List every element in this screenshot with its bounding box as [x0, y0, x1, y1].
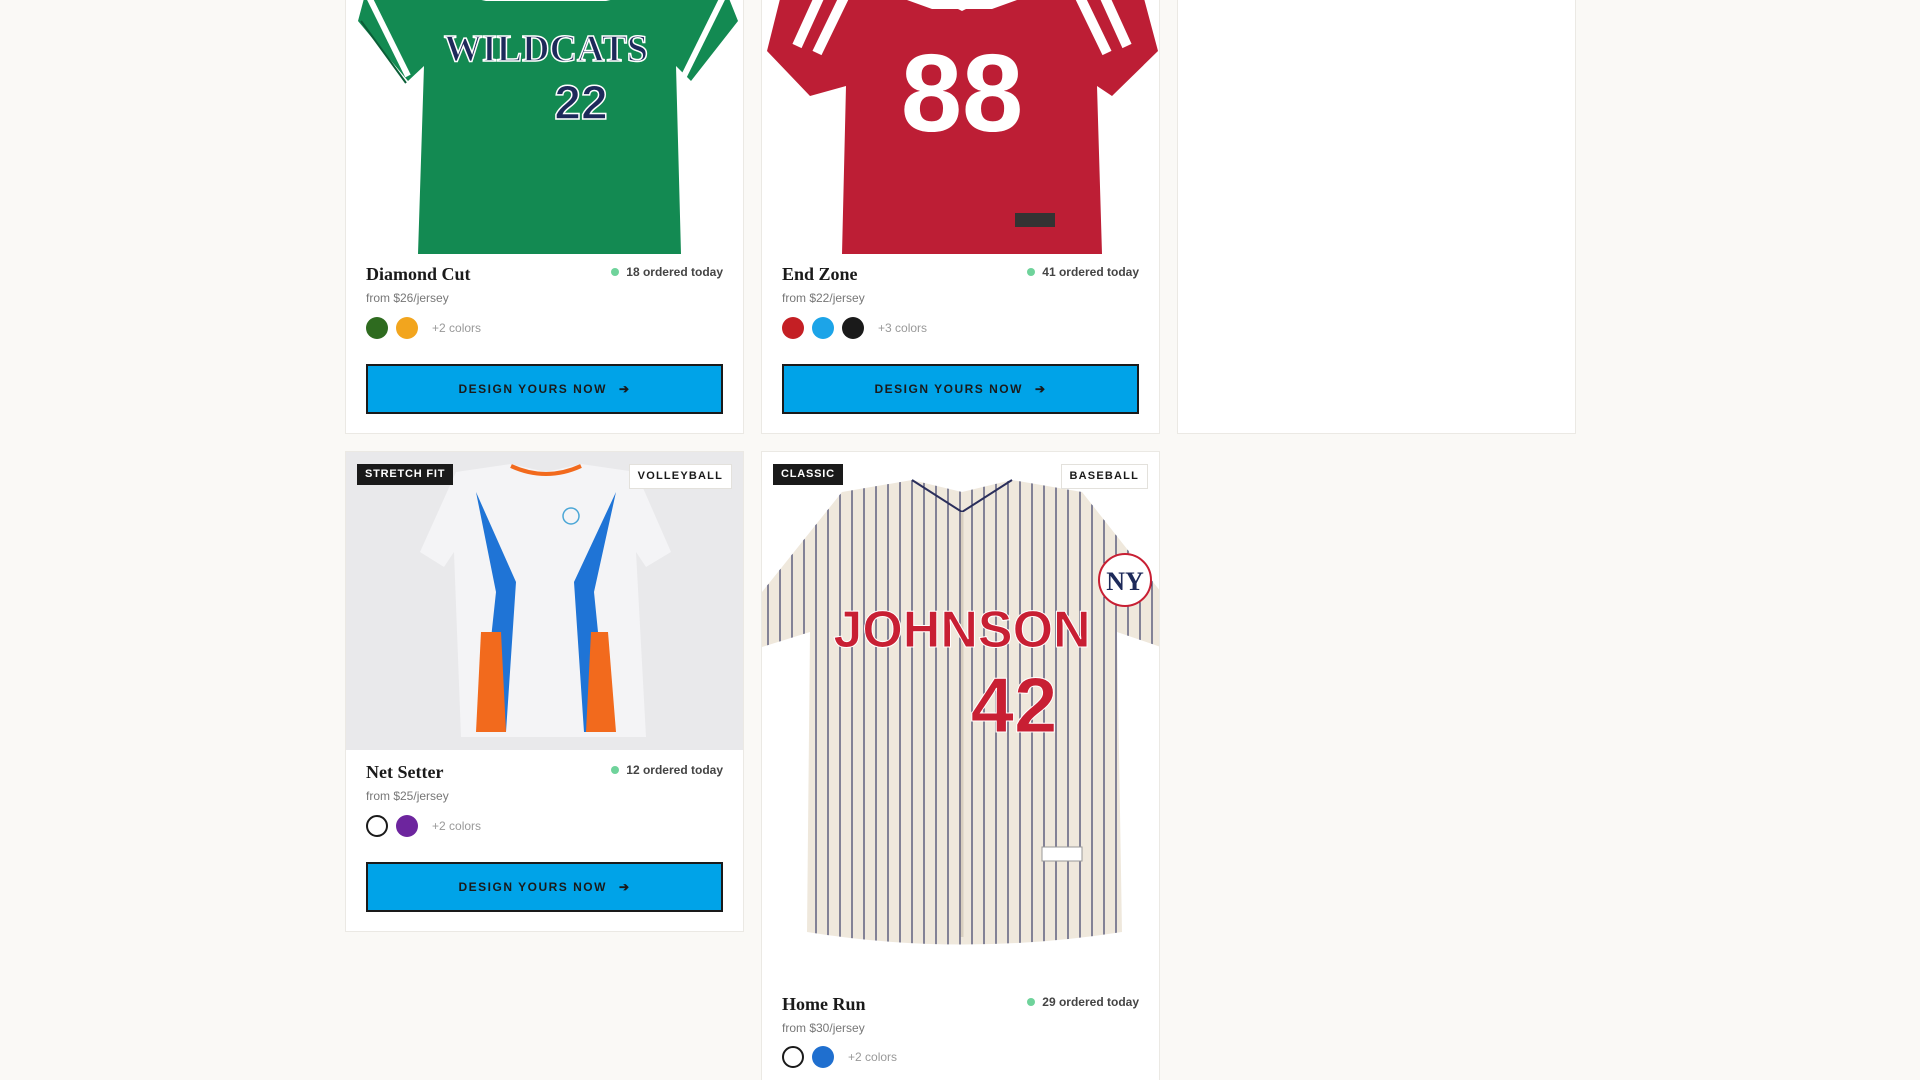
ordered-today-badge: 41 ordered today	[1027, 265, 1139, 279]
color-swatches: +2 colors	[366, 317, 481, 339]
product-title[interactable]: Home Run	[782, 994, 866, 1015]
product-card-end-zone[interactable]: 88 End Zone 41 ordered today from $22/je…	[761, 0, 1160, 434]
live-dot-icon	[611, 268, 620, 276]
design-yours-now-button[interactable]: DESIGN YOURS NOW ➔	[366, 862, 723, 912]
more-colors[interactable]: +2 colors	[848, 1050, 897, 1064]
product-card-home-run[interactable]: JOHNSON 42 NY CLASSIC BASEBALL Home Run …	[761, 451, 1160, 1080]
color-swatch[interactable]	[366, 317, 388, 339]
color-swatches: +2 colors	[366, 815, 481, 837]
arrow-right-icon: ➔	[618, 880, 631, 894]
badge-tag: STRETCH FIT	[357, 464, 454, 485]
ordered-count: 12 ordered today	[626, 763, 723, 777]
product-price: from $25/jersey	[366, 789, 449, 803]
product-price: from $22/jersey	[782, 291, 865, 305]
product-price: from $26/jersey	[366, 291, 449, 305]
ordered-count: 41 ordered today	[1042, 265, 1139, 279]
more-colors[interactable]: +2 colors	[432, 321, 481, 335]
more-colors[interactable]: +2 colors	[432, 819, 481, 833]
svg-text:22: 22	[554, 77, 607, 130]
category-tag: BASEBALL	[1060, 464, 1148, 489]
cta-label: DESIGN YOURS NOW	[874, 382, 1023, 396]
ordered-today-badge: 18 ordered today	[611, 265, 723, 279]
color-swatch[interactable]	[396, 317, 418, 339]
cta-label: DESIGN YOURS NOW	[458, 880, 607, 894]
color-swatch[interactable]	[366, 815, 388, 837]
product-card-net-setter[interactable]: STRETCH FIT VOLLEYBALL Net Setter 12 ord…	[345, 451, 744, 932]
ordered-count: 29 ordered today	[1042, 995, 1139, 1009]
color-swatches: +3 colors	[782, 317, 927, 339]
product-image	[346, 452, 743, 750]
product-image: 88	[762, 0, 1159, 254]
product-image: JOHNSON 42 NY	[762, 452, 1159, 982]
live-dot-icon	[1027, 268, 1036, 276]
more-colors[interactable]: +3 colors	[878, 321, 927, 335]
product-title[interactable]: Net Setter	[366, 762, 443, 783]
category-tag: VOLLEYBALL	[628, 464, 732, 489]
cta-label: DESIGN YOURS NOW	[458, 382, 607, 396]
ordered-today-badge: 12 ordered today	[611, 763, 723, 777]
ordered-count: 18 ordered today	[626, 265, 723, 279]
live-dot-icon	[1027, 998, 1036, 1006]
product-image: WILDCATS 22	[346, 0, 743, 254]
design-yours-now-button[interactable]: DESIGN YOURS NOW ➔	[366, 364, 723, 414]
arrow-right-icon: ➔	[618, 382, 631, 396]
product-card-diamond-cut[interactable]: WILDCATS 22 Diamond Cut 18 ordered today…	[345, 0, 744, 434]
color-swatch[interactable]	[396, 815, 418, 837]
product-title[interactable]: End Zone	[782, 264, 858, 285]
color-swatch[interactable]	[812, 317, 834, 339]
color-swatch[interactable]	[782, 1046, 804, 1068]
color-swatches: +2 colors	[782, 1046, 897, 1068]
arrow-right-icon: ➔	[1034, 382, 1047, 396]
svg-text:NY: NY	[1106, 567, 1144, 596]
color-swatch[interactable]	[782, 317, 804, 339]
ordered-today-badge: 29 ordered today	[1027, 995, 1139, 1009]
badge-tag: CLASSIC	[773, 464, 843, 485]
color-swatch[interactable]	[842, 317, 864, 339]
product-price: from $30/jersey	[782, 1021, 865, 1035]
live-dot-icon	[611, 766, 620, 774]
design-yours-now-button[interactable]: DESIGN YOURS NOW ➔	[782, 364, 1139, 414]
svg-text:42: 42	[971, 661, 1058, 749]
product-title[interactable]: Diamond Cut	[366, 264, 471, 285]
color-swatch[interactable]	[812, 1046, 834, 1068]
svg-text:88: 88	[901, 32, 1023, 155]
svg-text:JOHNSON: JOHNSON	[833, 601, 1090, 659]
product-card-placeholder	[1177, 0, 1576, 434]
svg-text:WILDCATS: WILDCATS	[444, 28, 648, 70]
